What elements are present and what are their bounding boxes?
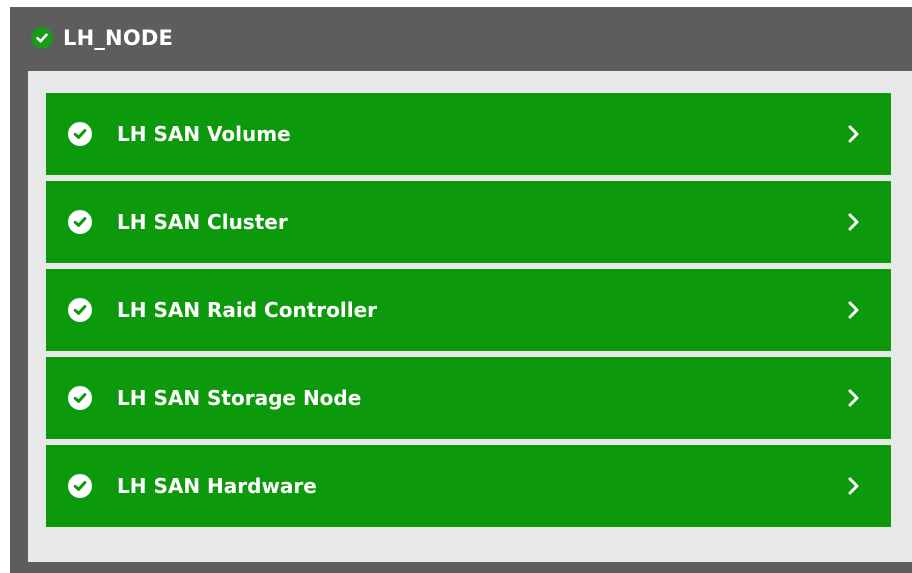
list-item[interactable]: LH SAN Raid Controller: [46, 269, 891, 351]
list-item[interactable]: LH SAN Cluster: [46, 181, 891, 263]
chevron-right-icon[interactable]: [847, 124, 861, 144]
list-item-label: LH SAN Storage Node: [117, 386, 362, 410]
list-item-label: LH SAN Volume: [117, 122, 291, 146]
node-panel: LH_NODE LH SAN Volume LH SAN Cluster LH …: [10, 7, 912, 573]
list-item[interactable]: LH SAN Storage Node: [46, 357, 891, 439]
panel-title: LH_NODE: [63, 26, 174, 50]
panel-body: LH SAN Volume LH SAN Cluster LH SAN Raid…: [28, 71, 912, 562]
list-item[interactable]: LH SAN Hardware: [46, 445, 891, 527]
check-circle-icon: [68, 210, 92, 234]
chevron-right-icon[interactable]: [847, 212, 861, 232]
list-item-label: LH SAN Raid Controller: [117, 298, 378, 322]
check-circle-icon: [68, 122, 92, 146]
panel-header: LH_NODE: [10, 7, 912, 71]
list-item[interactable]: LH SAN Volume: [46, 93, 891, 175]
chevron-right-icon[interactable]: [847, 388, 861, 408]
check-circle-icon: [68, 298, 92, 322]
list-item-label: LH SAN Hardware: [117, 474, 317, 498]
check-circle-icon: [68, 474, 92, 498]
check-circle-icon: [68, 386, 92, 410]
list-item-label: LH SAN Cluster: [117, 210, 288, 234]
chevron-right-icon[interactable]: [847, 476, 861, 496]
chevron-right-icon[interactable]: [847, 300, 861, 320]
check-circle-icon: [31, 27, 53, 49]
